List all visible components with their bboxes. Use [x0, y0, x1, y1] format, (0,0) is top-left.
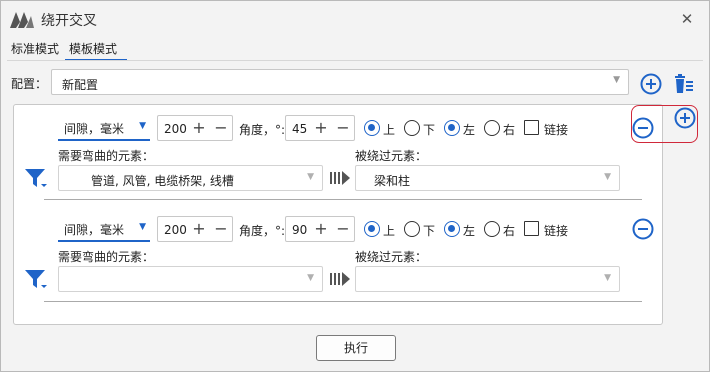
gap-value: 200: [164, 223, 187, 237]
angle-stepper[interactable]: 45 + −: [285, 115, 355, 141]
app-logo-icon: [10, 12, 34, 28]
link-checkbox[interactable]: [524, 221, 539, 236]
angle-value: 45: [292, 122, 308, 136]
gap-value: 200: [164, 122, 187, 136]
chevron-down-icon: ▼: [139, 121, 146, 131]
bypass-elements-label: 被绕过元素：: [355, 149, 428, 163]
chevron-down-icon: ▼: [307, 273, 314, 283]
radio-down[interactable]: [404, 221, 420, 237]
radio-down[interactable]: [404, 120, 420, 136]
row-separator: [44, 301, 642, 302]
plus-icon[interactable]: +: [312, 117, 330, 139]
angle-stepper[interactable]: 90 + −: [285, 216, 355, 242]
gap-stepper[interactable]: 200 + −: [157, 115, 233, 141]
bend-elements-label: 需要弯曲的元素：: [58, 250, 155, 264]
config-select[interactable]: 新配置 ▼: [51, 69, 629, 95]
minus-icon[interactable]: −: [334, 117, 352, 139]
arrow-right-icon: [330, 171, 350, 185]
chevron-down-icon: ▼: [307, 172, 314, 182]
radio-right-label: 右: [503, 123, 516, 137]
delete-config-icon[interactable]: [673, 73, 695, 95]
dialog-window: 绕开交叉 ✕ 标准模式 模板模式 配置： 新配置 ▼ 间隙，毫米 ▼ 200 +…: [0, 0, 710, 372]
radio-up-label: 上: [383, 224, 396, 238]
bend-elements-select[interactable]: 管道, 风管, 电缆桥架, 线槽 ▼: [58, 165, 323, 191]
angle-label: 角度，°:: [239, 123, 286, 137]
chevron-down-icon: ▼: [139, 222, 146, 232]
radio-left[interactable]: [444, 221, 460, 237]
rules-panel: 间隙，毫米 ▼ 200 + − 角度，°: 45 + − 上 下 左 右 链接 …: [13, 104, 663, 325]
radio-right[interactable]: [484, 120, 500, 136]
plus-icon[interactable]: +: [190, 117, 208, 139]
radio-down-label: 下: [423, 123, 436, 137]
angle-value: 90: [292, 223, 308, 237]
config-label: 配置：: [11, 77, 48, 91]
bypass-elements-label: 被绕过元素：: [355, 250, 428, 264]
gap-stepper[interactable]: 200 + −: [157, 216, 233, 242]
chevron-down-icon: ▼: [604, 172, 611, 182]
execute-button[interactable]: 执行: [316, 335, 396, 361]
filter-icon[interactable]: [24, 268, 50, 292]
radio-up[interactable]: [364, 120, 380, 136]
chevron-down-icon: ▼: [604, 273, 611, 283]
unit-select[interactable]: 间隙，毫米 ▼: [58, 216, 150, 242]
radio-up[interactable]: [364, 221, 380, 237]
remove-row-icon[interactable]: [632, 218, 654, 240]
radio-right-label: 右: [503, 224, 516, 238]
bend-elements-label: 需要弯曲的元素：: [58, 149, 155, 163]
link-label: 链接: [544, 123, 569, 137]
bypass-elements-select[interactable]: 梁和柱 ▼: [355, 165, 620, 191]
minus-icon[interactable]: −: [334, 218, 352, 240]
minus-icon[interactable]: −: [212, 218, 230, 240]
row-separator: [44, 199, 642, 200]
radio-right[interactable]: [484, 221, 500, 237]
arrow-right-icon: [330, 272, 350, 286]
chevron-down-icon: ▼: [613, 75, 620, 85]
radio-left-label: 左: [463, 123, 476, 137]
plus-icon[interactable]: +: [190, 218, 208, 240]
radio-left-label: 左: [463, 224, 476, 238]
plus-icon[interactable]: +: [312, 218, 330, 240]
link-checkbox[interactable]: [524, 120, 539, 135]
minus-icon[interactable]: −: [212, 117, 230, 139]
window-title: 绕开交叉: [41, 13, 97, 29]
tab-standard-mode[interactable]: 标准模式: [7, 39, 63, 61]
title-bar: 绕开交叉 ✕: [1, 1, 709, 37]
bend-elements-value: 管道, 风管, 电缆桥架, 线槽: [91, 174, 234, 188]
config-value: 新配置: [62, 78, 99, 92]
add-config-icon[interactable]: [640, 73, 662, 95]
close-icon[interactable]: ✕: [677, 9, 697, 29]
bypass-elements-value: 梁和柱: [374, 174, 411, 188]
bend-elements-select[interactable]: ▼: [58, 266, 323, 292]
angle-label: 角度，°:: [239, 224, 286, 238]
bypass-elements-select[interactable]: ▼: [355, 266, 620, 292]
radio-up-label: 上: [383, 123, 396, 137]
radio-left[interactable]: [444, 120, 460, 136]
tab-template-mode[interactable]: 模板模式: [65, 39, 127, 61]
radio-down-label: 下: [423, 224, 436, 238]
link-label: 链接: [544, 224, 569, 238]
tab-divider: [7, 60, 703, 61]
unit-value: 间隙，毫米: [64, 223, 125, 237]
filter-icon[interactable]: [24, 167, 50, 191]
unit-select[interactable]: 间隙，毫米 ▼: [58, 115, 150, 141]
highlight-annotation: [631, 105, 698, 143]
unit-value: 间隙，毫米: [64, 122, 125, 136]
